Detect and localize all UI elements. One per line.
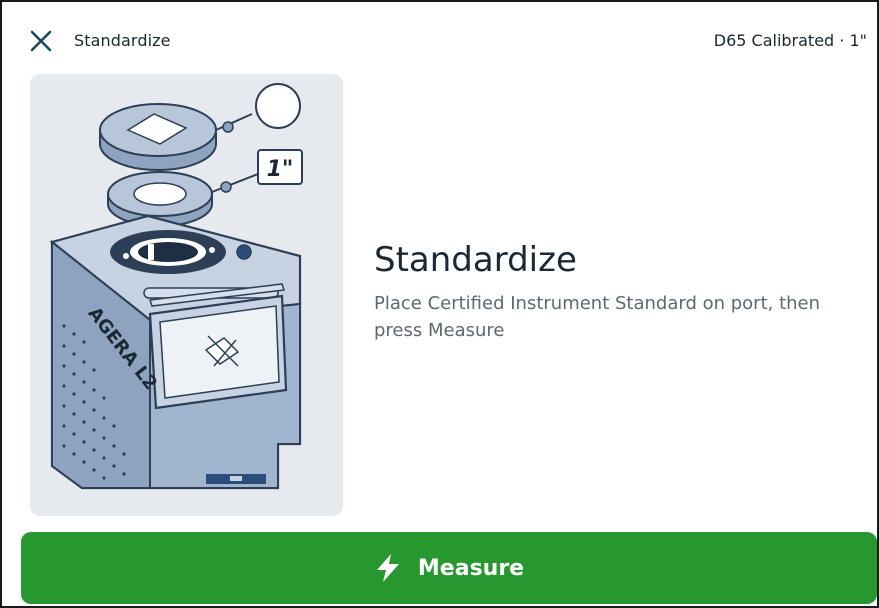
close-button[interactable] [26, 26, 56, 56]
instrument-drawing: 1" AGERA L2 [49, 83, 303, 490]
instruction-panel: Standardize Place Certified Instrument S… [374, 240, 854, 344]
instrument-body: AGERA L2 [49, 214, 302, 490]
header: Standardize D65 Calibrated · 1" [2, 2, 877, 74]
close-icon [30, 30, 52, 52]
aperture-size-label: 1" [267, 157, 294, 182]
instrument-illustration: 1" AGERA L2 [30, 74, 343, 516]
standardize-screen: Standardize D65 Calibrated · 1" 1" AGERA… [0, 0, 879, 608]
header-title: Standardize [74, 31, 171, 50]
instruction-text: Place Certified Instrument Standard on p… [374, 293, 821, 341]
lightning-bolt-icon [376, 554, 399, 582]
measure-button-label: Measure [417, 555, 525, 581]
calibration-status: D65 Calibrated · 1" [713, 31, 867, 50]
page-title: Standardize [374, 240, 577, 280]
measure-button[interactable]: Measure [21, 532, 877, 604]
